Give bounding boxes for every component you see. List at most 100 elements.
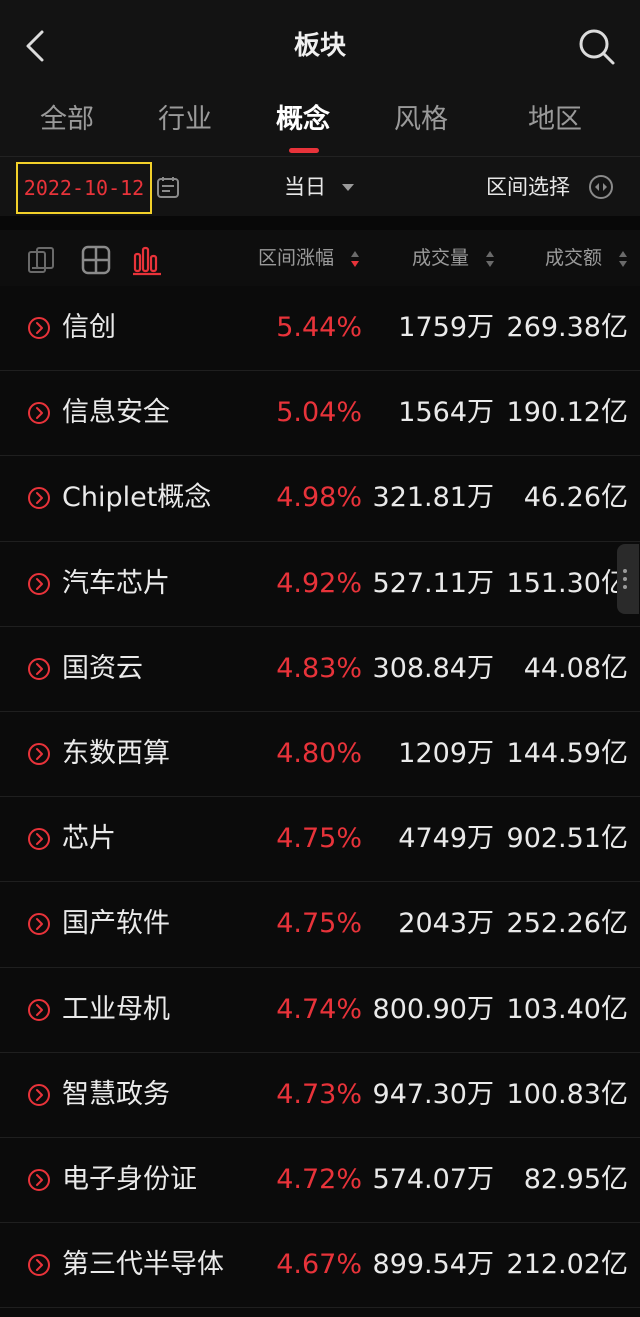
sector-volume: 899.54万 (372, 1249, 494, 1281)
tab-all[interactable]: 全部 (8, 98, 126, 142)
sector-name: 智慧政务 (62, 1078, 170, 1110)
more-dots-icon (623, 569, 627, 589)
sector-amount: 212.02亿 (506, 1249, 628, 1281)
chevron-right-circle-icon[interactable] (27, 1083, 51, 1107)
sector-amount: 82.95亿 (523, 1163, 628, 1195)
sector-volume: 800.90万 (372, 993, 494, 1025)
sector-amount: 100.83亿 (506, 1078, 628, 1110)
sector-amount: 44.08亿 (523, 652, 628, 684)
sector-name: 汽车芯片 (62, 567, 170, 599)
list-item[interactable]: 工业母机 4.74% 800.90万 103.40亿 (0, 968, 640, 1053)
chevron-right-circle-icon[interactable] (27, 1168, 51, 1192)
tab-industry[interactable]: 行业 (126, 98, 244, 142)
sector-amount: 269.38亿 (506, 312, 628, 343)
sector-change: 4.75% (276, 908, 362, 940)
chevron-right-circle-icon[interactable] (27, 401, 51, 425)
sector-change: 5.04% (276, 397, 362, 429)
sector-name: Chiplet概念 (62, 482, 212, 514)
tab-concept[interactable]: 概念 (244, 98, 362, 142)
bar-view-icon[interactable] (132, 244, 164, 276)
sector-change: 4.75% (276, 823, 362, 855)
chevron-right-circle-icon[interactable] (27, 912, 51, 936)
list-item[interactable]: 东数西算 4.80% 1209万 144.59亿 (0, 712, 640, 798)
card-view-icon[interactable] (26, 244, 58, 276)
sector-change: 5.44% (276, 312, 362, 343)
top-bar: 板块 (0, 0, 640, 90)
sector-amount: 103.40亿 (506, 993, 628, 1025)
sector-amount: 190.12亿 (506, 397, 628, 429)
chevron-right-circle-icon[interactable] (27, 1253, 51, 1277)
sector-volume: 1209万 (398, 737, 494, 769)
range-select-button[interactable]: 区间选择 (486, 167, 570, 207)
sector-volume: 574.07万 (372, 1163, 494, 1195)
column-volume-header[interactable]: 成交量 (412, 238, 469, 278)
sector-volume: 527.11万 (372, 567, 494, 599)
sector-name: 国资云 (62, 652, 143, 684)
sort-icon[interactable] (618, 249, 628, 269)
column-amount-header[interactable]: 成交额 (545, 238, 602, 278)
sector-volume: 1564万 (398, 397, 494, 429)
sector-name: 东数西算 (62, 737, 170, 769)
sector-amount: 252.26亿 (506, 908, 628, 940)
page-title: 板块 (293, 31, 346, 61)
sector-name: 第三代半导体 (62, 1249, 224, 1281)
grid-view-icon[interactable] (80, 244, 112, 276)
sector-change: 4.98% (276, 482, 362, 514)
sector-name: 工业母机 (62, 993, 170, 1025)
active-tab-indicator (289, 148, 319, 153)
sector-list: 信创 5.44% 1759万 269.38亿 信息安全 5.04% 1564万 190.12亿… (0, 286, 640, 1309)
tab-style[interactable]: 风格 (362, 98, 480, 142)
list-item[interactable]: 国产软件 4.75% 2043万 252.26亿 (0, 882, 640, 968)
list-item[interactable]: 智慧政务 4.73% 947.30万 100.83亿 (0, 1053, 640, 1138)
period-dropdown[interactable]: 当日 (284, 167, 326, 207)
sector-volume: 321.81万 (372, 482, 494, 514)
sector-name: 国产软件 (62, 908, 170, 940)
sector-amount: 151.30亿 (506, 567, 628, 599)
list-item[interactable]: 芯片 4.75% 4749万 902.51亿 (0, 797, 640, 883)
sort-icon[interactable] (485, 249, 495, 269)
sort-desc-icon[interactable] (350, 249, 360, 269)
sector-volume: 308.84万 (372, 652, 494, 684)
sector-change: 4.67% (276, 1249, 362, 1281)
sector-change: 4.74% (276, 993, 362, 1025)
sector-name: 信创 (62, 312, 116, 343)
sector-name: 电子身份证 (62, 1163, 197, 1195)
list-item[interactable]: Chiplet概念 4.98% 321.81万 46.26亿 (0, 456, 640, 542)
chevron-right-circle-icon[interactable] (27, 572, 51, 596)
sector-name: 芯片 (62, 823, 116, 855)
chevron-down-icon[interactable] (342, 184, 354, 192)
sector-volume: 2043万 (398, 908, 494, 940)
sector-change: 4.72% (276, 1163, 362, 1195)
tab-region[interactable]: 地区 (496, 98, 614, 142)
range-toggle-icon[interactable] (588, 174, 614, 200)
sector-amount: 46.26亿 (523, 482, 628, 514)
list-item[interactable]: 国资云 4.83% 308.84万 44.08亿 (0, 627, 640, 712)
sector-volume: 1759万 (398, 312, 494, 343)
sector-volume: 4749万 (398, 823, 494, 855)
list-item[interactable]: 电子身份证 4.72% 574.07万 82.95亿 (0, 1138, 640, 1224)
column-change-header[interactable]: 区间涨幅 (258, 238, 334, 278)
section-gap (0, 216, 640, 230)
chevron-right-circle-icon[interactable] (27, 316, 51, 340)
sector-change: 4.73% (276, 1078, 362, 1110)
chevron-right-circle-icon[interactable] (27, 998, 51, 1022)
sector-change: 4.80% (276, 737, 362, 769)
date-selector[interactable]: 2022-10-12 (16, 162, 152, 214)
sector-volume: 947.30万 (372, 1078, 494, 1110)
chevron-right-circle-icon[interactable] (27, 486, 51, 510)
sector-change: 4.92% (276, 567, 362, 599)
sector-amount: 902.51亿 (506, 823, 628, 855)
category-tabs: 全部 行业 概念 风格 地区 (0, 90, 640, 156)
list-item[interactable]: 第三代半导体 4.67% 899.54万 212.02亿 (0, 1223, 640, 1309)
search-icon[interactable] (576, 26, 616, 66)
list-item[interactable]: 信创 5.44% 1759万 269.38亿 (0, 286, 640, 372)
chevron-right-circle-icon[interactable] (27, 742, 51, 766)
chevron-right-circle-icon[interactable] (27, 827, 51, 851)
calendar-icon[interactable] (156, 175, 180, 199)
scroll-handle[interactable] (617, 544, 639, 614)
chevron-right-circle-icon[interactable] (27, 657, 51, 681)
filter-bar: 2022-10-12 当日 区间选择 (0, 156, 640, 216)
list-item[interactable]: 汽车芯片 4.92% 527.11万 151.30亿 (0, 542, 640, 627)
list-item[interactable]: 信息安全 5.04% 1564万 190.12亿 (0, 371, 640, 457)
sector-amount: 144.59亿 (506, 737, 628, 769)
